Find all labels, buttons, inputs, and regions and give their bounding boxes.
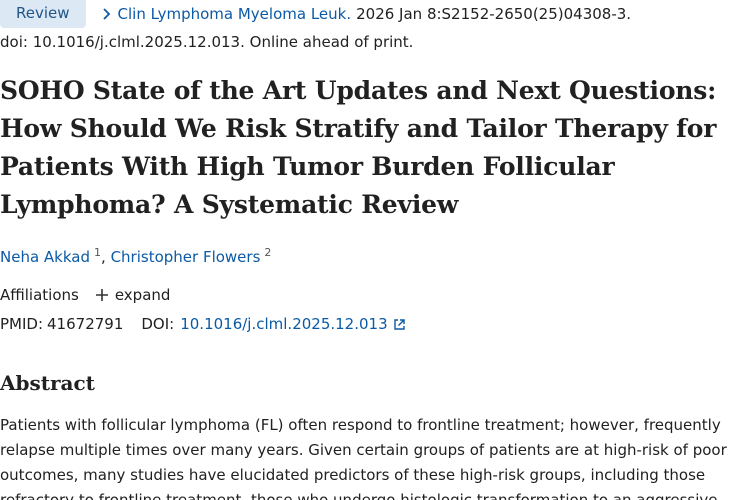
- plus-icon: [95, 289, 108, 301]
- author-affiliation-number[interactable]: 2: [264, 246, 271, 259]
- article-title: SOHO State of the Art Updates and Next Q…: [0, 76, 717, 219]
- author-link-flowers[interactable]: Christopher Flowers: [111, 248, 261, 266]
- author-list: Neha Akkad 1, Christopher Flowers 2: [0, 246, 271, 266]
- chevron-right-icon: [102, 8, 110, 20]
- expand-label: expand: [114, 286, 171, 304]
- expand-affiliations-button[interactable]: expand: [95, 286, 171, 304]
- identifiers-row: PMID: 41672791 DOI: 10.1016/j.clml.2025.…: [0, 315, 406, 333]
- citation-header: Review Clin Lymphoma Myeloma Leuk. 2026 …: [0, 0, 631, 28]
- doi-status-line: doi: 10.1016/j.clml.2025.12.013. Online …: [0, 33, 414, 51]
- citation-details: 2026 Jan 8:S2152-2650(25)04308-3.: [356, 5, 632, 23]
- abstract-text: Patients with follicular lymphoma (FL) o…: [0, 416, 727, 500]
- doi-label: DOI:: [141, 315, 175, 333]
- affiliations-label: Affiliations: [0, 286, 79, 304]
- pmid-value: 41672791: [47, 315, 124, 333]
- publication-type-badge: Review: [0, 0, 86, 28]
- affiliations-row: Affiliations expand: [0, 286, 170, 304]
- pmid-label: PMID:: [0, 315, 44, 333]
- author-affiliation-number[interactable]: 1: [94, 246, 101, 259]
- journal-citation: Clin Lymphoma Myeloma Leuk. 2026 Jan 8:S…: [100, 5, 632, 23]
- external-link-icon[interactable]: [393, 318, 406, 331]
- author-separator: ,: [101, 248, 106, 266]
- abstract-heading: Abstract: [0, 371, 95, 395]
- journal-link[interactable]: Clin Lymphoma Myeloma Leuk.: [118, 5, 352, 23]
- doi-link[interactable]: 10.1016/j.clml.2025.12.013: [180, 315, 387, 333]
- author-link-akkad[interactable]: Neha Akkad: [0, 248, 90, 266]
